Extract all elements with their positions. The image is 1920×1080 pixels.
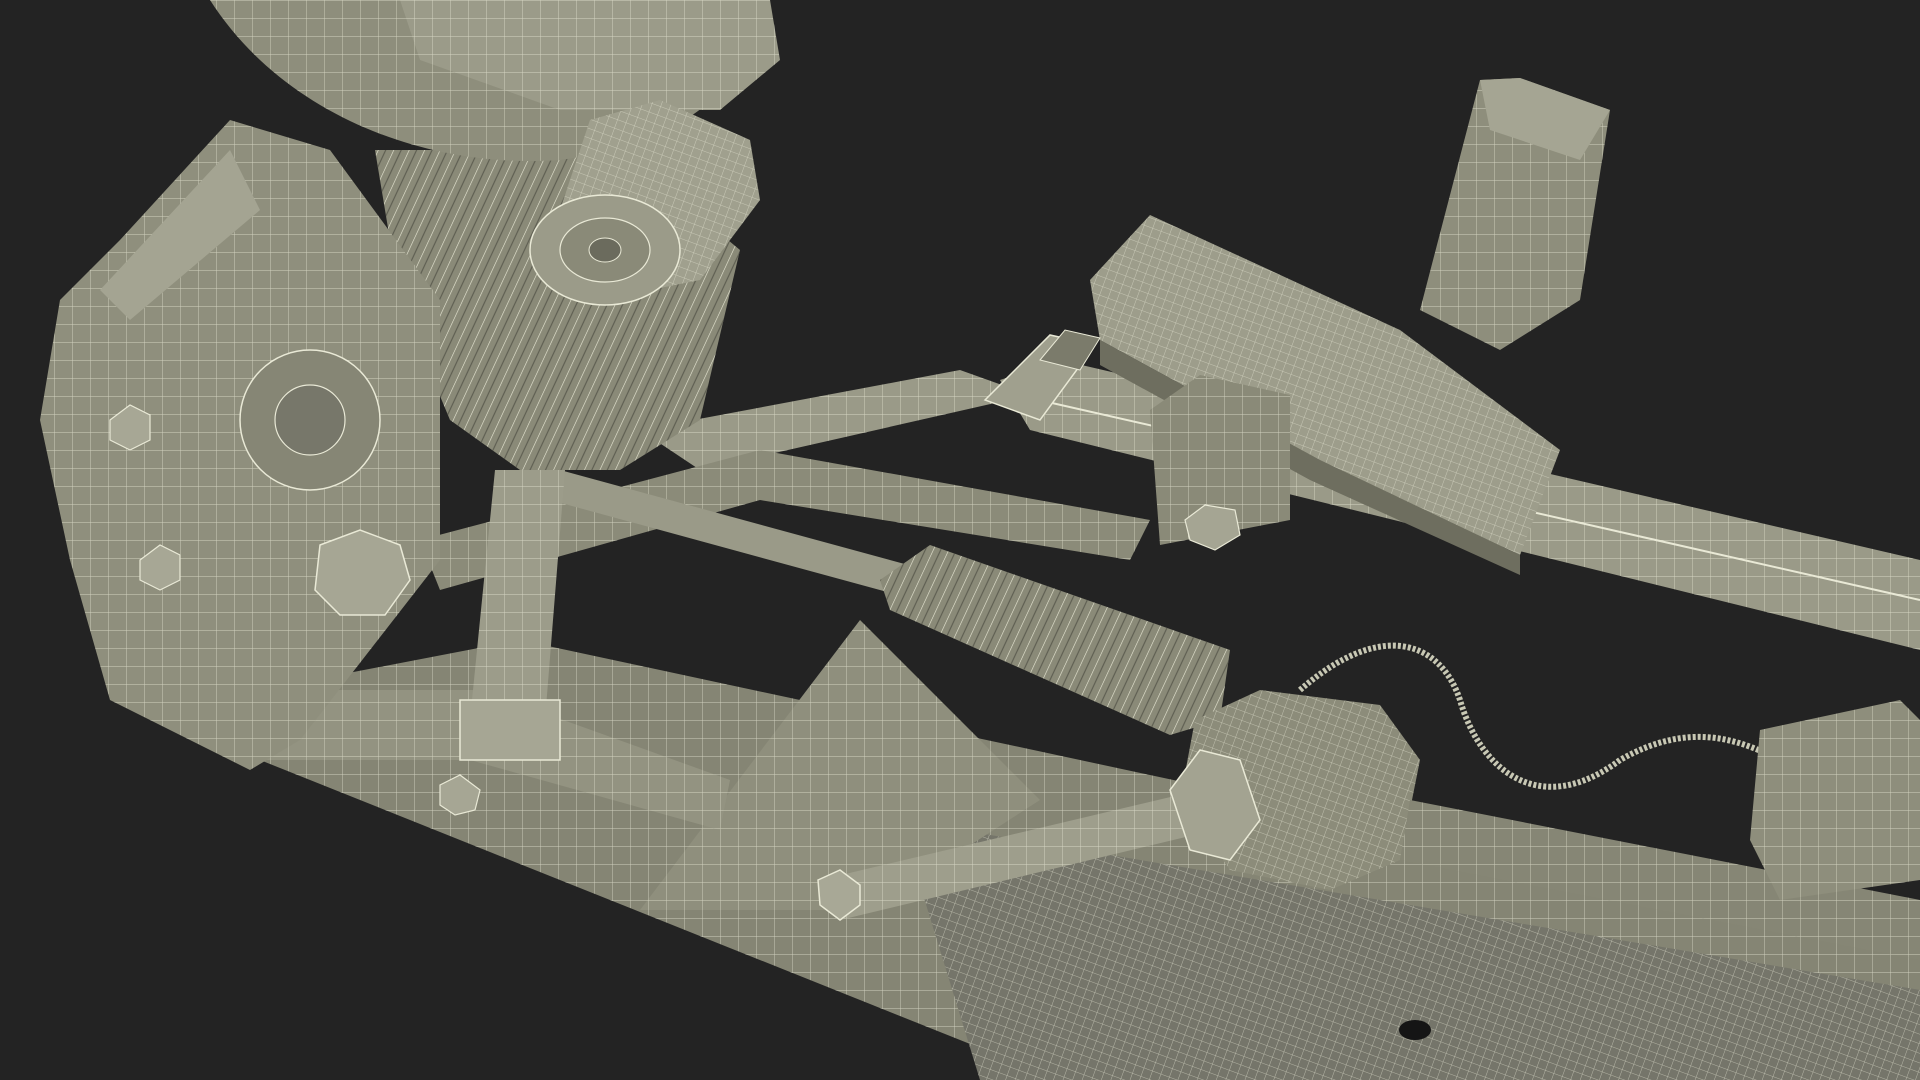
bracket-block bbox=[1150, 375, 1290, 551]
wireframe-render-viewport bbox=[0, 0, 1920, 1080]
right-actuator bbox=[1750, 700, 1920, 900]
